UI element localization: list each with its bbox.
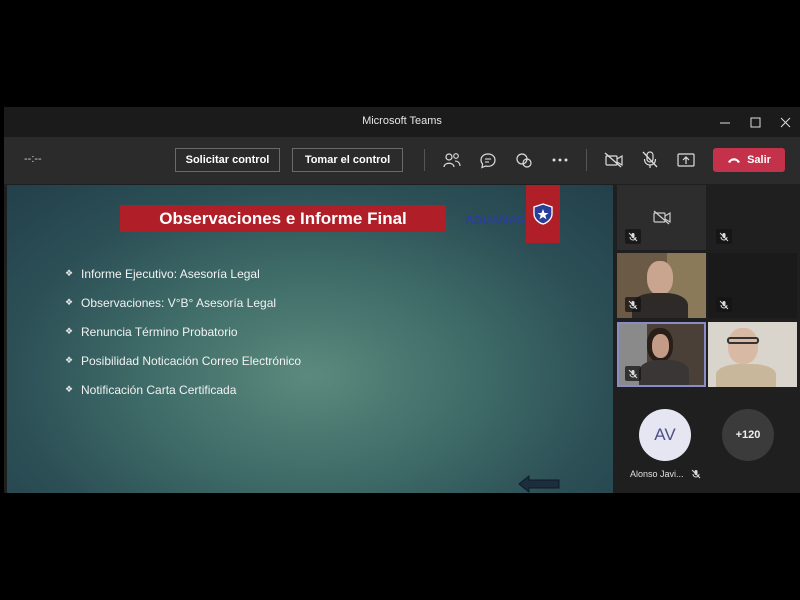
participant-name: Alonso Javi...: [630, 469, 684, 479]
muted-mic-icon: [625, 229, 641, 244]
participant-video-tile[interactable]: [708, 322, 797, 387]
toolbar-divider: [424, 149, 425, 171]
shield-icon: [526, 185, 560, 243]
chat-icon[interactable]: [476, 149, 500, 171]
breakout-rooms-icon[interactable]: [512, 149, 536, 171]
participant-gallery: AV Alonso Javi... +120: [614, 185, 800, 493]
slide-bullet-text: Posibilidad Noticación Correo Electrónic…: [81, 353, 302, 368]
more-participants-button[interactable]: +120: [722, 409, 774, 461]
glasses-icon: [727, 337, 759, 344]
participants-icon[interactable]: [440, 149, 464, 171]
diamond-bullet-icon: ❖: [65, 384, 74, 394]
aduanas-logo-text: ADUANAS: [465, 213, 525, 227]
toolbar-divider: [586, 149, 587, 171]
participant-face: [652, 334, 669, 358]
leave-button[interactable]: Salir: [713, 148, 785, 172]
window-title: Microsoft Teams: [362, 115, 442, 127]
mic-off-icon[interactable]: [638, 149, 662, 171]
slide-bullet-text: Renuncia Término Probatorio: [81, 324, 238, 339]
meeting-toolbar: --:-- Solicitar control Tomar el control: [4, 137, 800, 184]
teams-window: Microsoft Teams --:-- Solicitar control …: [4, 107, 800, 493]
slide-bullet-text: Observaciones: V°B° Asesoría Legal: [81, 295, 277, 310]
minimize-button[interactable]: [710, 107, 740, 137]
participant-tile[interactable]: [708, 185, 797, 250]
slide-bullet-text: Notificación Carta Certificada: [81, 382, 237, 397]
slide-bullet: ❖ Informe Ejecutivo: Asesoría Legal: [65, 259, 301, 288]
camera-off-icon[interactable]: [602, 149, 626, 171]
request-control-button[interactable]: Solicitar control: [175, 148, 280, 172]
participant-face: [728, 328, 758, 364]
phone-hangup-icon: [728, 158, 741, 163]
maximize-button[interactable]: [740, 107, 770, 137]
back-arrow-icon[interactable]: [517, 475, 561, 493]
participant-tile[interactable]: [708, 253, 797, 318]
slide-bullet: ❖ Observaciones: V°B° Asesoría Legal: [65, 288, 301, 317]
aduanas-logo: ADUANAS: [453, 208, 525, 230]
more-options-icon[interactable]: [548, 149, 572, 171]
title-bar: Microsoft Teams: [4, 107, 800, 137]
share-screen-icon[interactable]: [674, 149, 698, 171]
diamond-bullet-icon: ❖: [65, 326, 74, 336]
participant-avatar[interactable]: AV: [639, 409, 691, 461]
camera-off-icon: [653, 210, 671, 225]
take-control-button[interactable]: Tomar el control: [292, 148, 403, 172]
muted-mic-icon: [625, 366, 641, 381]
slide-bullet: ❖ Notificación Carta Certificada: [65, 375, 301, 404]
muted-mic-icon: [688, 466, 704, 481]
close-button[interactable]: [770, 107, 800, 137]
diamond-bullet-icon: ❖: [65, 355, 74, 365]
slide-bullet: ❖ Posibilidad Noticación Correo Electrón…: [65, 346, 301, 375]
meeting-timer: --:--: [24, 153, 42, 165]
slide-title: Observaciones e Informe Final: [120, 205, 446, 232]
participant-video-tile[interactable]: [617, 253, 706, 318]
shared-presentation: Observaciones e Informe Final ADUANAS ❖ …: [7, 185, 613, 493]
participant-tile-self[interactable]: [617, 185, 706, 250]
participant-video-tile-active-speaker[interactable]: [617, 322, 706, 387]
muted-mic-icon: [716, 229, 732, 244]
slide-bullet-list: ❖ Informe Ejecutivo: Asesoría Legal ❖ Ob…: [65, 259, 301, 404]
muted-mic-icon: [716, 297, 732, 312]
participant-face: [647, 261, 673, 295]
slide-bullet: ❖ Renuncia Término Probatorio: [65, 317, 301, 346]
muted-mic-icon: [625, 297, 641, 312]
slide-bullet-text: Informe Ejecutivo: Asesoría Legal: [81, 266, 260, 281]
diamond-bullet-icon: ❖: [65, 297, 74, 307]
leave-label: Salir: [747, 154, 771, 166]
diamond-bullet-icon: ❖: [65, 268, 74, 278]
